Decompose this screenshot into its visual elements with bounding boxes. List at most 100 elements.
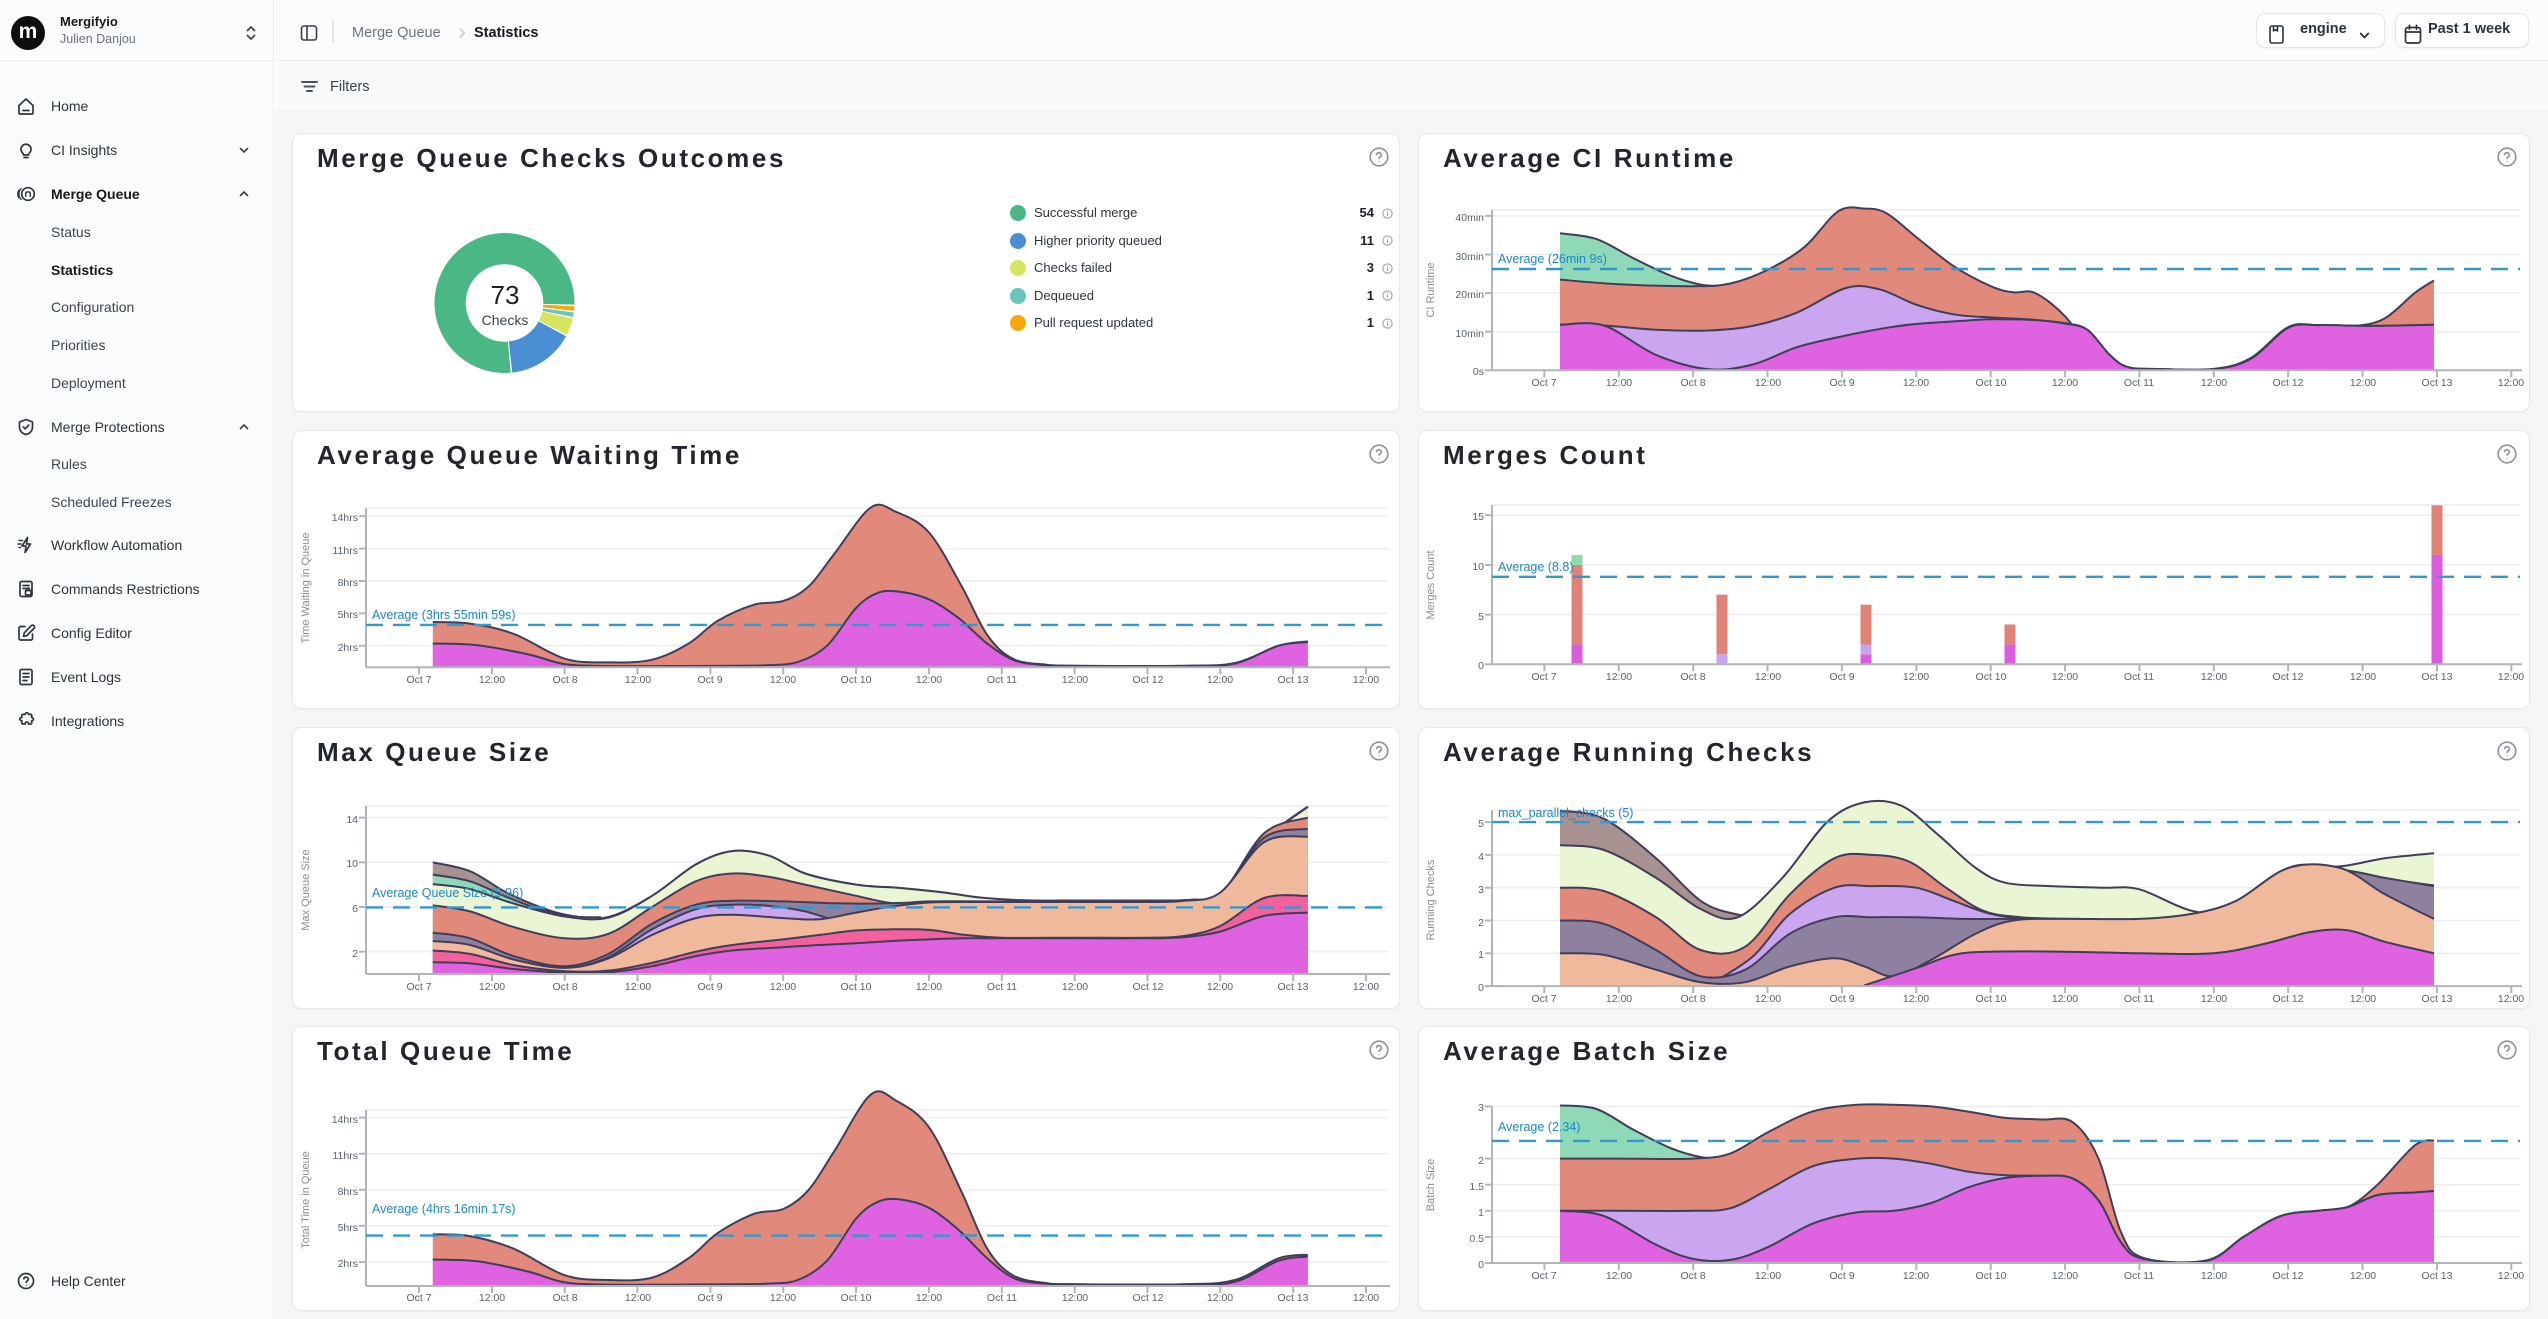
svg-text:0.5: 0.5	[1469, 1233, 1484, 1245]
svg-text:Oct 7: Oct 7	[1531, 671, 1556, 683]
svg-text:Oct 12: Oct 12	[2273, 993, 2304, 1005]
svg-text:Oct 7: Oct 7	[406, 674, 431, 686]
svg-text:4: 4	[1478, 851, 1484, 863]
svg-text:12:00: 12:00	[1353, 674, 1379, 686]
svg-text:12:00: 12:00	[479, 981, 505, 993]
svg-text:12:00: 12:00	[1606, 671, 1632, 683]
svg-text:Oct 11: Oct 11	[2124, 377, 2154, 389]
svg-text:Oct 12: Oct 12	[1133, 674, 1164, 686]
svg-text:max_parallel_checks (5): max_parallel_checks (5)	[1498, 806, 1633, 820]
svg-text:12:00: 12:00	[916, 1292, 942, 1304]
svg-text:0: 0	[1478, 1259, 1484, 1271]
svg-text:14hrs: 14hrs	[332, 1114, 358, 1126]
svg-text:30min: 30min	[1455, 251, 1484, 263]
svg-text:2hrs: 2hrs	[338, 1258, 358, 1270]
svg-text:12:00: 12:00	[479, 674, 505, 686]
svg-text:Average (2.34): Average (2.34)	[1498, 1120, 1580, 1134]
svg-text:Average (3hrs 55min 59s): Average (3hrs 55min 59s)	[372, 608, 516, 622]
svg-text:CI Runtime: CI Runtime	[1425, 262, 1437, 317]
svg-text:12:00: 12:00	[1353, 1292, 1379, 1304]
svg-text:Oct 8: Oct 8	[552, 1292, 577, 1304]
svg-text:12:00: 12:00	[916, 674, 942, 686]
svg-text:12:00: 12:00	[2052, 993, 2078, 1005]
svg-text:12:00: 12:00	[1207, 1292, 1233, 1304]
svg-text:12:00: 12:00	[2498, 1270, 2524, 1282]
svg-text:12:00: 12:00	[2350, 377, 2376, 389]
svg-text:12:00: 12:00	[1606, 993, 1632, 1005]
svg-text:11hrs: 11hrs	[333, 545, 359, 557]
svg-text:3: 3	[1478, 1102, 1484, 1114]
svg-text:Merges Count: Merges Count	[1425, 550, 1437, 619]
svg-text:12:00: 12:00	[1903, 1270, 1929, 1282]
svg-text:12:00: 12:00	[1755, 1270, 1781, 1282]
svg-text:Oct 13: Oct 13	[1278, 674, 1309, 686]
svg-text:Oct 7: Oct 7	[1531, 993, 1556, 1005]
svg-text:Oct 13: Oct 13	[2422, 377, 2453, 389]
svg-text:Oct 10: Oct 10	[1976, 377, 2007, 389]
svg-text:Oct 13: Oct 13	[1278, 981, 1309, 993]
svg-text:12:00: 12:00	[2498, 671, 2524, 683]
svg-text:Oct 11: Oct 11	[987, 1292, 1017, 1304]
svg-text:Oct 8: Oct 8	[1680, 377, 1705, 389]
svg-text:8hrs: 8hrs	[338, 1186, 358, 1198]
svg-text:Average Queue Size (5.96): Average Queue Size (5.96)	[372, 886, 523, 900]
svg-text:Oct 10: Oct 10	[1976, 993, 2007, 1005]
svg-text:5: 5	[1478, 818, 1484, 830]
svg-text:Oct 8: Oct 8	[552, 981, 577, 993]
svg-text:15: 15	[1472, 511, 1484, 523]
svg-text:Oct 10: Oct 10	[841, 674, 872, 686]
svg-text:12:00: 12:00	[1207, 981, 1233, 993]
svg-text:12:00: 12:00	[1755, 671, 1781, 683]
svg-text:0s: 0s	[1473, 366, 1484, 378]
svg-text:Oct 11: Oct 11	[2124, 993, 2154, 1005]
svg-text:12:00: 12:00	[625, 981, 651, 993]
svg-text:Time Waiting in Queue: Time Waiting in Queue	[300, 532, 312, 643]
svg-text:Oct 12: Oct 12	[1133, 1292, 1164, 1304]
svg-text:12:00: 12:00	[2201, 993, 2227, 1005]
svg-text:2: 2	[1478, 917, 1484, 929]
svg-text:10: 10	[346, 858, 358, 870]
svg-text:Total Time in Queue: Total Time in Queue	[300, 1151, 312, 1249]
svg-text:6: 6	[352, 903, 358, 915]
svg-text:Oct 12: Oct 12	[2273, 671, 2304, 683]
svg-text:12:00: 12:00	[2052, 377, 2078, 389]
svg-text:Oct 9: Oct 9	[1829, 993, 1854, 1005]
svg-text:40min: 40min	[1455, 212, 1484, 224]
svg-text:12:00: 12:00	[770, 1292, 796, 1304]
svg-text:0: 0	[1478, 982, 1484, 994]
svg-text:Oct 7: Oct 7	[1531, 1270, 1556, 1282]
svg-text:12:00: 12:00	[1353, 981, 1379, 993]
svg-text:0: 0	[1478, 660, 1484, 672]
svg-text:Oct 9: Oct 9	[697, 1292, 722, 1304]
svg-text:Oct 10: Oct 10	[1976, 1270, 2007, 1282]
svg-text:12:00: 12:00	[2350, 993, 2376, 1005]
svg-text:2hrs: 2hrs	[338, 642, 358, 654]
svg-text:Average (26min 9s): Average (26min 9s)	[1498, 252, 1607, 266]
svg-text:Oct 8: Oct 8	[1680, 671, 1705, 683]
svg-text:Average (8.8): Average (8.8)	[1498, 560, 1574, 574]
svg-text:10: 10	[1472, 561, 1484, 573]
svg-text:12:00: 12:00	[1755, 377, 1781, 389]
svg-text:Oct 8: Oct 8	[1680, 993, 1705, 1005]
svg-text:1: 1	[1478, 949, 1484, 961]
svg-text:Oct 13: Oct 13	[1278, 1292, 1309, 1304]
svg-text:12:00: 12:00	[2052, 671, 2078, 683]
svg-text:Max Queue Size: Max Queue Size	[300, 849, 312, 930]
svg-text:20min: 20min	[1455, 289, 1484, 301]
svg-text:Oct 9: Oct 9	[1829, 377, 1854, 389]
svg-text:Oct 13: Oct 13	[2422, 1270, 2453, 1282]
svg-text:12:00: 12:00	[2201, 671, 2227, 683]
svg-text:Oct 10: Oct 10	[1976, 671, 2007, 683]
svg-text:12:00: 12:00	[625, 674, 651, 686]
svg-text:12:00: 12:00	[770, 674, 796, 686]
svg-text:12:00: 12:00	[1903, 671, 1929, 683]
svg-text:12:00: 12:00	[770, 981, 796, 993]
svg-text:Oct 10: Oct 10	[841, 1292, 872, 1304]
svg-text:Oct 7: Oct 7	[406, 981, 431, 993]
svg-text:14: 14	[346, 814, 358, 826]
svg-text:12:00: 12:00	[2201, 377, 2227, 389]
svg-text:2: 2	[352, 948, 358, 960]
svg-text:5: 5	[1478, 611, 1484, 623]
svg-text:8hrs: 8hrs	[338, 577, 358, 589]
svg-text:14hrs: 14hrs	[332, 512, 358, 524]
